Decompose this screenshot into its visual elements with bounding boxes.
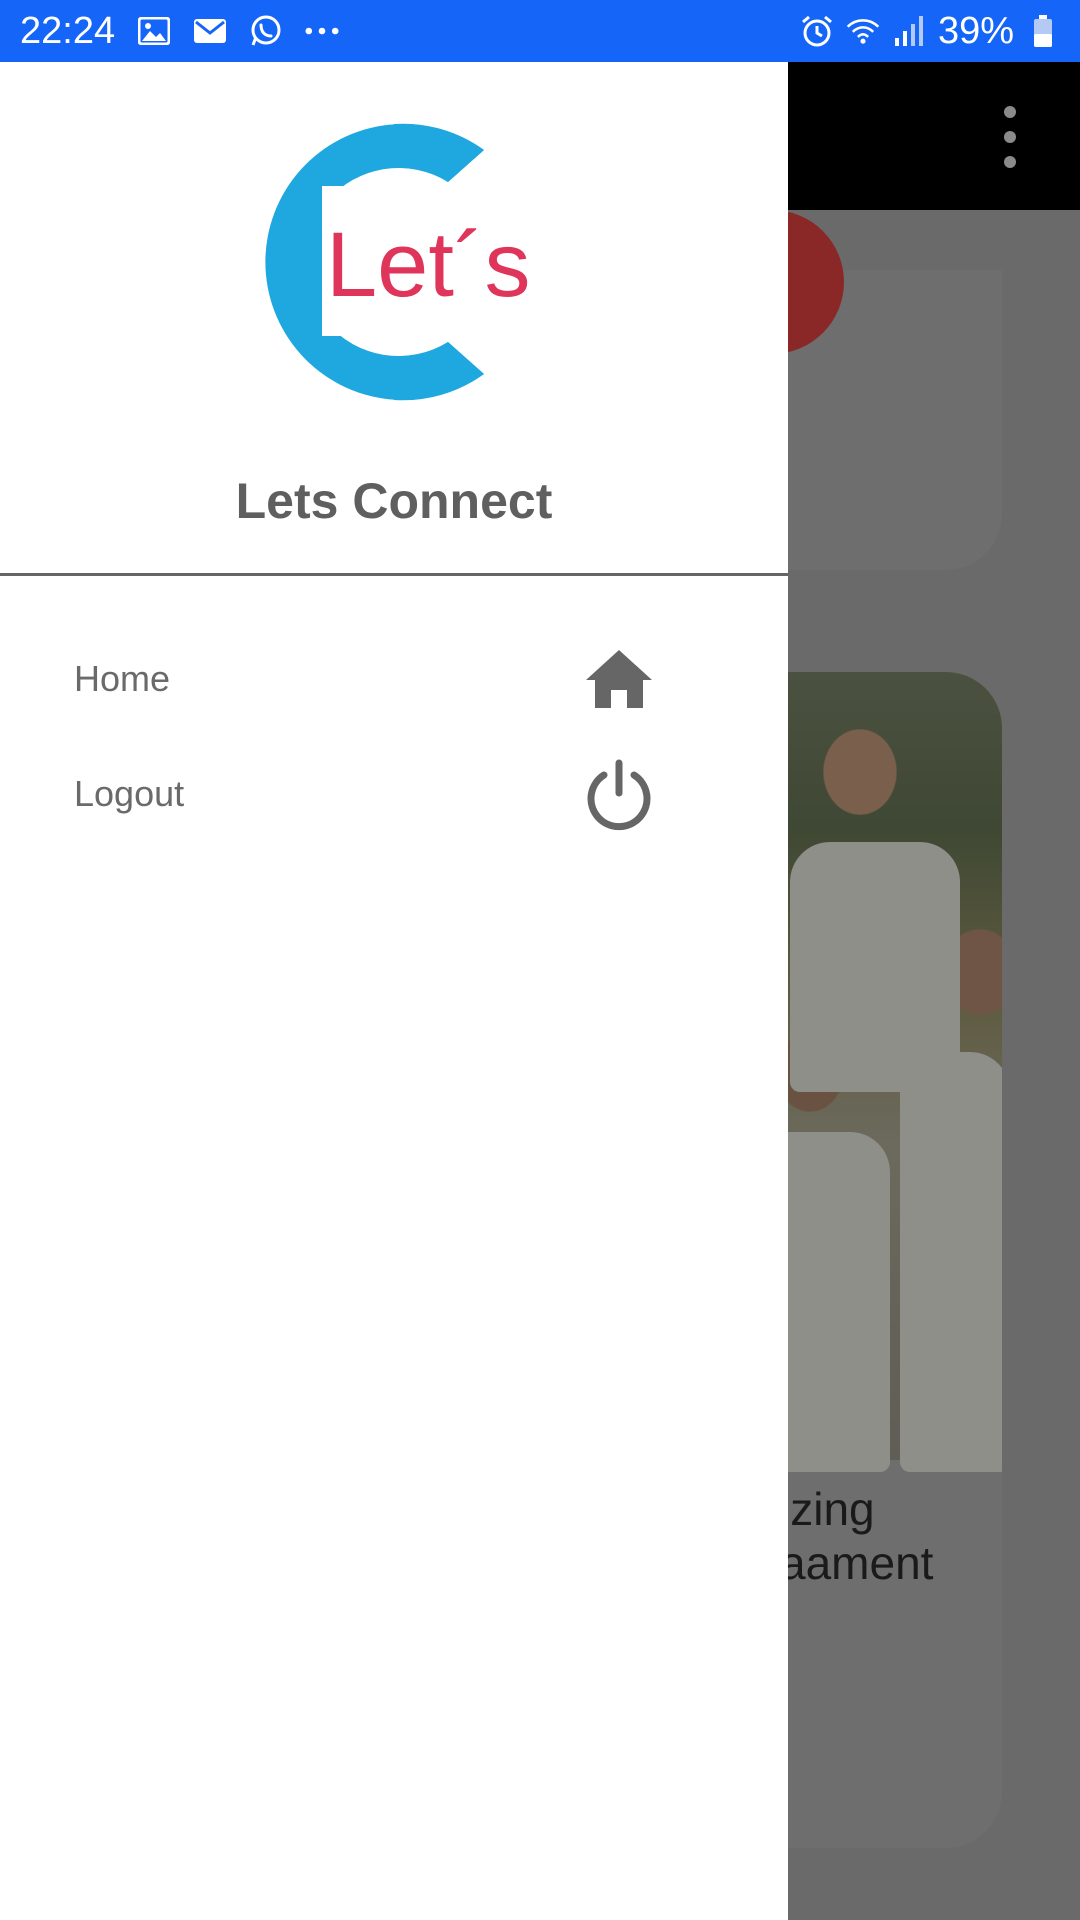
navigation-drawer: Let´s Lets Connect Home Logout	[0, 62, 788, 1920]
battery-icon	[1026, 14, 1060, 48]
overflow-menu-icon[interactable]	[1002, 106, 1018, 168]
email-icon	[193, 14, 227, 48]
power-icon	[582, 757, 656, 831]
home-icon	[582, 642, 656, 716]
image-icon	[137, 14, 171, 48]
menu-item-logout[interactable]: Logout	[0, 739, 788, 849]
app-logo: Let´s	[236, 104, 552, 420]
card-caption: izing aament	[780, 1483, 934, 1589]
logo-text: Let´s	[326, 214, 531, 316]
battery-percentage: 39%	[937, 9, 1014, 52]
menu-item-label: Logout	[74, 773, 185, 814]
app-name: Lets Connect	[235, 473, 553, 529]
status-time: 22:24	[20, 9, 116, 52]
status-bar: 22:24 39%	[0, 0, 1080, 62]
drawer-header: Let´s Lets Connect	[0, 62, 788, 576]
menu-item-label: Home	[74, 658, 171, 699]
alarm-icon	[800, 14, 834, 48]
wifi-icon	[846, 14, 880, 48]
signal-icon	[892, 14, 926, 48]
whatsapp-icon	[249, 14, 283, 48]
more-notifications-icon	[305, 14, 339, 48]
menu-item-home[interactable]: Home	[0, 624, 788, 734]
